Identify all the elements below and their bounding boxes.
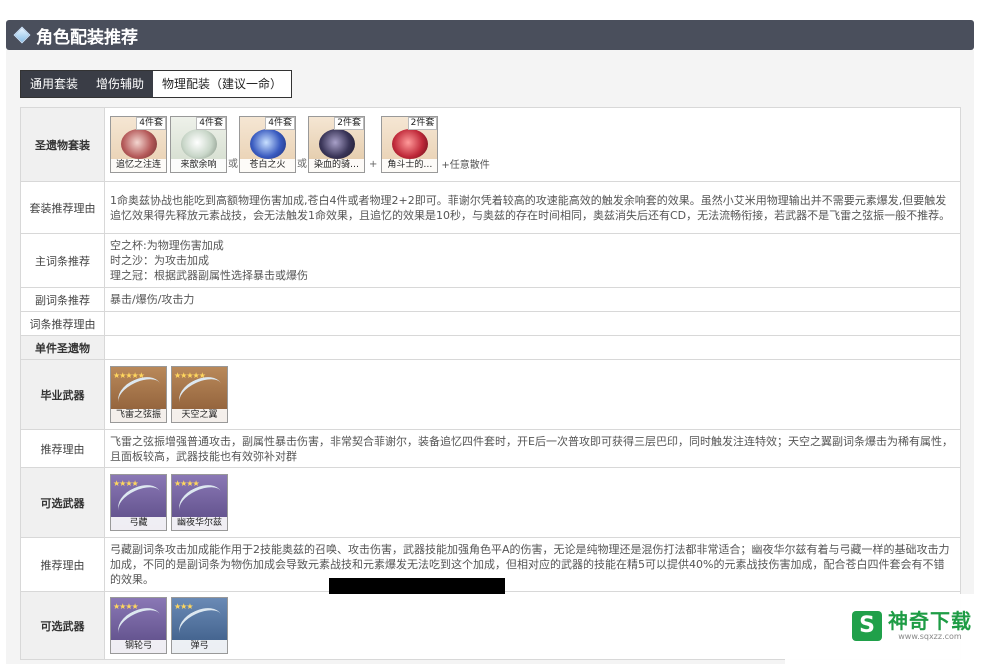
row-label: 单件圣遗物 xyxy=(20,335,105,360)
artifact-gladiator-icon xyxy=(392,129,429,159)
plus-separator: + xyxy=(369,159,378,170)
row-main-stat: 主词条推荐 空之杯:为物理伤害加成 时之沙：为攻击加成 理之冠：根据武器副属性选… xyxy=(20,233,961,288)
section-header: 角色配装推荐 xyxy=(6,20,974,50)
weapon-card-slingshot[interactable]: ★★★ 弹弓 xyxy=(171,597,228,654)
watermark-url: www.sqxzz.com xyxy=(898,632,962,641)
row-set-reason: 套装推荐理由 1命奥兹协战也能吃到高额物理伤害加成,苍白4件或者物理2+2即可。… xyxy=(20,181,961,234)
row-alt-weapon-1: 可选武器 ★★★★ 弓藏 ★★★★ 幽夜华尔兹 xyxy=(20,467,961,538)
main-stat-circlet: 理之冠：根据武器副属性选择暴击或爆伤 xyxy=(110,269,308,282)
main-stat-sands: 时之沙：为攻击加成 xyxy=(110,254,209,267)
row-label: 词条推荐理由 xyxy=(20,311,105,336)
artifact-name: 来歆余响 xyxy=(171,159,226,172)
watermark-text: 神奇下载 www.sqxzz.com xyxy=(888,610,972,642)
row-label: 主词条推荐 xyxy=(20,233,105,288)
weapon-name: 弓藏 xyxy=(111,517,166,530)
any-piece-note: +任意散件 xyxy=(441,160,490,171)
alt-reason-text: 弓藏副词条攻击加成能作用于2技能奥兹的召唤、攻击伤害，武器技能加强角色平A的伤害… xyxy=(104,537,961,592)
diamond-icon xyxy=(13,26,31,44)
weapon-name: 弹弓 xyxy=(172,640,227,653)
artifact-card-gladiator[interactable]: 2件套 角斗士的… xyxy=(381,116,439,173)
sqxz-logo-icon: S xyxy=(852,611,882,641)
row-single-artifact: 单件圣遗物 xyxy=(20,335,961,360)
weapon-card-compound-bow[interactable]: ★★★★ 钢轮弓 xyxy=(110,597,167,654)
weapon-card-alley-hunter[interactable]: ★★★★ 幽夜华尔兹 xyxy=(171,474,228,531)
artifact-name: 追忆之注连 xyxy=(111,159,166,172)
or-separator: 或 xyxy=(297,159,307,170)
artifact-name: 角斗士的… xyxy=(382,159,438,172)
set-pieces-badge: 2件套 xyxy=(334,117,364,130)
artifact-card-bloodstained[interactable]: 2件套 染血的骑… xyxy=(308,116,365,173)
set-pieces-badge: 4件套 xyxy=(265,117,295,130)
sub-stat-text: 暴击/爆伤/攻击力 xyxy=(104,287,961,312)
row-label: 可选武器 xyxy=(20,467,105,538)
row-label: 毕业武器 xyxy=(20,359,105,430)
row-label: 推荐理由 xyxy=(20,429,105,468)
or-separator: 或 xyxy=(228,159,238,170)
set-reason-text: 1命奥兹协战也能吃到高额物理伤害加成,苍白4件或者物理2+2即可。菲谢尔凭着较高… xyxy=(104,181,961,234)
weapon-card-polar-star[interactable]: ★★★★★ 飞雷之弦振 xyxy=(110,366,167,423)
weapon-name: 天空之翼 xyxy=(172,409,227,422)
stat-reason-text xyxy=(104,311,961,336)
main-stat-sands-goblet: 空之杯:为物理伤害加成 xyxy=(110,239,224,252)
main-stat-cell: 空之杯:为物理伤害加成 时之沙：为攻击加成 理之冠：根据武器副属性选择暴击或爆伤 xyxy=(104,233,961,288)
row-bis-reason: 推荐理由 飞雷之弦振增强普通攻击，副属性暴击伤害，非常契合菲谢尔，装备追忆四件套… xyxy=(20,429,961,468)
artifact-echoes-icon xyxy=(181,129,217,159)
rarity-stars: ★★★ xyxy=(174,602,193,611)
row-stat-reason: 词条推荐理由 xyxy=(20,311,961,336)
weapon-card-rust[interactable]: ★★★★ 弓藏 xyxy=(110,474,167,531)
row-sub-stat: 副词条推荐 暴击/爆伤/攻击力 xyxy=(20,287,961,312)
artifact-card-shimenawa[interactable]: 4件套 追忆之注连 xyxy=(110,116,167,173)
artifact-name: 染血的骑… xyxy=(309,159,364,172)
row-artifact-set: 圣遗物套装 4件套 追忆之注连 4件套 来歆余响 或 4件套 苍白之火 或 2件… xyxy=(20,107,961,182)
artifact-pale-flame-icon xyxy=(250,129,286,159)
artifact-set-cell: 4件套 追忆之注连 4件套 来歆余响 或 4件套 苍白之火 或 2件套 染血的骑… xyxy=(104,107,961,182)
watermark-brand: 神奇下载 xyxy=(888,609,972,633)
row-label: 可选武器 xyxy=(20,591,105,660)
artifact-shimenawa-icon xyxy=(121,129,157,159)
weapon-name: 幽夜华尔兹 xyxy=(172,517,227,530)
row-label: 推荐理由 xyxy=(20,537,105,592)
weapon-name: 飞雷之弦振 xyxy=(111,409,166,422)
artifact-bloodstained-icon xyxy=(319,129,355,159)
bis-reason-text: 飞雷之弦振增强普通攻击，副属性暴击伤害，非常契合菲谢尔，装备追忆四件套时，开E后… xyxy=(104,429,961,468)
artifact-name: 苍白之火 xyxy=(240,159,295,172)
row-label: 副词条推荐 xyxy=(20,287,105,312)
set-pieces-badge: 2件套 xyxy=(407,117,438,130)
set-pieces-badge: 4件套 xyxy=(136,117,166,130)
section-title: 角色配装推荐 xyxy=(36,27,138,48)
weapon-card-skyward-harp[interactable]: ★★★★★ 天空之翼 xyxy=(171,366,228,423)
tab-damage-support[interactable]: 增伤辅助 xyxy=(87,71,154,97)
artifact-card-echoes[interactable]: 4件套 来歆余响 xyxy=(170,116,227,173)
row-bis-weapon: 毕业武器 ★★★★★ 飞雷之弦振 ★★★★★ 天空之翼 xyxy=(20,359,961,430)
site-watermark: S 神奇下载 www.sqxzz.com xyxy=(852,610,972,642)
row-label: 圣遗物套装 xyxy=(20,107,105,182)
tab-general-set[interactable]: 通用套装 xyxy=(21,71,88,97)
row-label: 套装推荐理由 xyxy=(20,181,105,234)
alt-weapon-cell: ★★★★ 弓藏 ★★★★ 幽夜华尔兹 xyxy=(104,467,961,538)
artifact-card-pale-flame[interactable]: 4件套 苍白之火 xyxy=(239,116,296,173)
tab-bar: 通用套装 增伤辅助 物理配装（建议一命） xyxy=(20,70,293,98)
weapon-name: 钢轮弓 xyxy=(111,640,166,653)
set-pieces-badge: 4件套 xyxy=(196,117,226,130)
bis-weapon-cell: ★★★★★ 飞雷之弦振 ★★★★★ 天空之翼 xyxy=(104,359,961,430)
redaction-bar xyxy=(329,578,505,594)
tab-physical-build[interactable]: 物理配装（建议一命） xyxy=(153,71,292,97)
single-artifact-text xyxy=(104,335,961,360)
